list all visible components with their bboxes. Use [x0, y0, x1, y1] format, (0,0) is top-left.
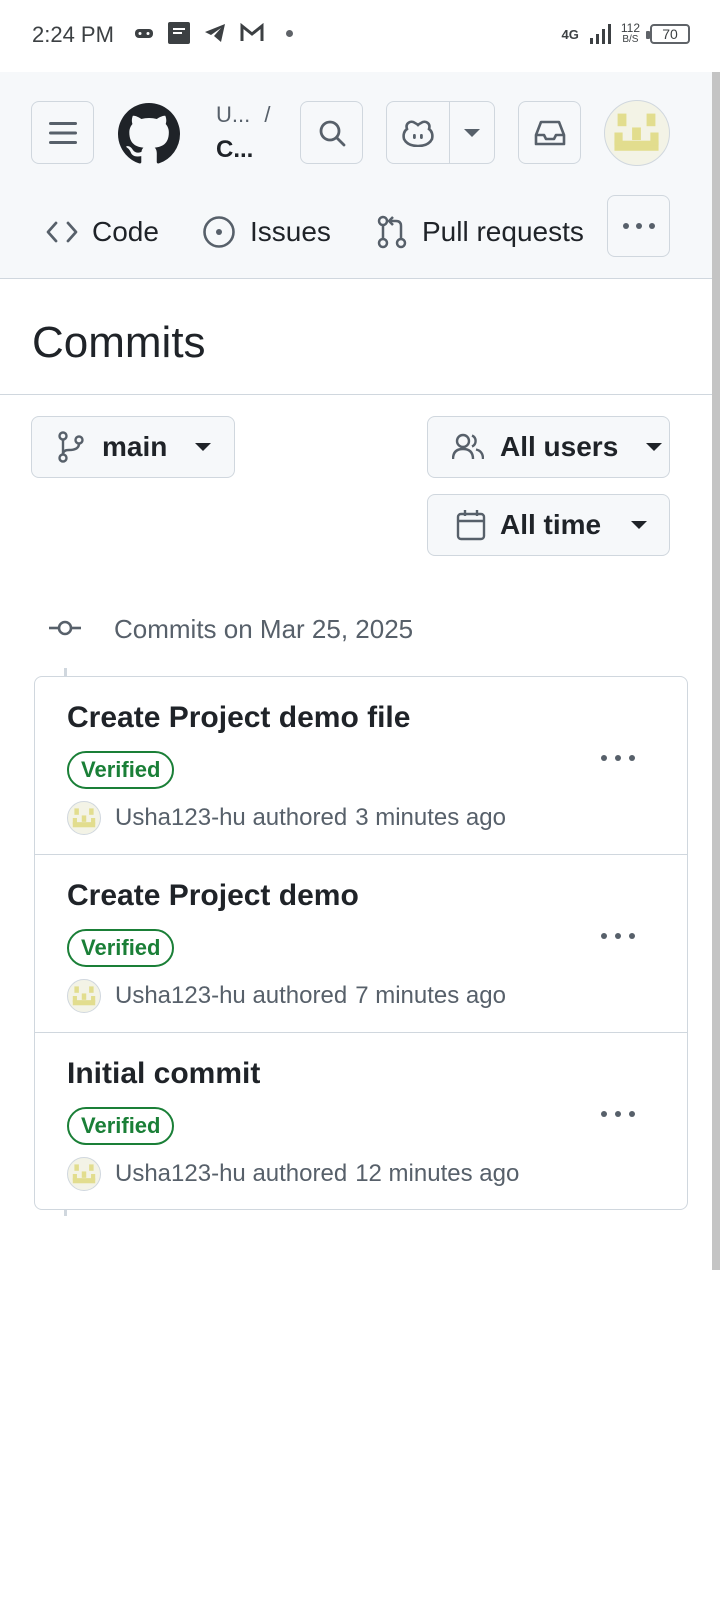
commit-time: 3 minutes ago [355, 804, 506, 831]
menu-button[interactable] [31, 101, 94, 164]
inbox-button[interactable] [518, 101, 581, 164]
author-verb: authored [252, 1160, 348, 1187]
chevron-down-icon [646, 443, 663, 451]
tab-pull-requests-label: Pull requests [422, 216, 584, 247]
owner-name[interactable]: U... [216, 102, 250, 127]
kebab-horizontal-icon [622, 223, 655, 229]
status-bar: 2:24 PM 4G 112 B/S 70 [0, 0, 720, 72]
network-speed: 112 B/S [621, 22, 640, 46]
speed-value: 112 [620, 21, 640, 35]
note-app-icon [168, 22, 190, 44]
breadcrumb-owner[interactable]: U... / [216, 102, 270, 128]
author-verb: authored [252, 804, 348, 831]
copilot-button-group [386, 101, 495, 164]
commit-actions-button[interactable] [601, 755, 635, 761]
commit-author-row: Usha123-hu authored 7 minutes ago [67, 979, 506, 1013]
commit-author[interactable]: Usha123-hu authored [115, 804, 347, 832]
commit-time: 12 minutes ago [355, 1160, 520, 1187]
verified-badge[interactable]: Verified [67, 751, 175, 789]
commit-title[interactable]: Create Project demo file [67, 701, 410, 735]
verified-badge[interactable]: Verified [67, 1107, 175, 1145]
tab-issues[interactable]: Issues [202, 210, 331, 254]
game-controller-icon [135, 29, 153, 38]
author-name[interactable]: Usha123-hu [115, 1160, 246, 1187]
github-logo[interactable] [118, 103, 180, 165]
chevron-down-icon [195, 443, 212, 451]
verified-badge[interactable]: Verified [67, 929, 175, 967]
chevron-down-icon [464, 128, 480, 137]
author-avatar[interactable] [67, 1157, 101, 1191]
code-icon [46, 221, 78, 243]
copilot-dropdown-button[interactable] [450, 102, 494, 163]
branch-label: main [102, 431, 168, 462]
scrollbar[interactable] [712, 72, 720, 1270]
search-button[interactable] [300, 101, 363, 164]
author-avatar[interactable] [67, 979, 101, 1013]
git-commit-icon [49, 620, 81, 636]
inbox-icon [534, 120, 565, 145]
commit-list: Create Project demo file Verified Usha12… [34, 676, 688, 1210]
commit-row[interactable]: Initial commit Verified Usha123-hu autho… [35, 1033, 687, 1209]
users-filter-button[interactable]: All users [427, 416, 670, 478]
signal-icon [589, 24, 611, 44]
system-icons: 4G 112 B/S 70 [562, 22, 690, 46]
copilot-button[interactable] [387, 102, 450, 163]
author-avatar[interactable] [67, 801, 101, 835]
time-filter-label: All time [500, 509, 602, 540]
status-time: 2:24 PM [32, 22, 114, 47]
title-divider [0, 394, 712, 395]
people-icon [452, 433, 484, 460]
commit-row[interactable]: Create Project demo file Verified Usha12… [35, 677, 687, 855]
menu-icon [48, 121, 77, 144]
avatar[interactable] [604, 100, 670, 166]
page-title: Commits [32, 318, 206, 367]
battery-icon: 70 [646, 24, 690, 44]
telegram-icon [205, 24, 225, 42]
commit-row[interactable]: Create Project demo Verified Usha123-hu … [35, 855, 687, 1033]
commit-time: 7 minutes ago [355, 982, 506, 1009]
time-filter-button[interactable]: All time [427, 494, 670, 556]
users-filter-label: All users [500, 431, 619, 462]
gmail-icon [240, 23, 264, 41]
breadcrumb-repo[interactable]: C... [216, 136, 253, 164]
tab-code-label: Code [92, 216, 159, 247]
tab-issues-label: Issues [250, 216, 331, 247]
author-verb: authored [252, 982, 348, 1009]
commit-author[interactable]: Usha123-hu authored [115, 982, 347, 1010]
author-name[interactable]: Usha123-hu [115, 982, 246, 1009]
tab-code[interactable]: Code [46, 210, 159, 254]
more-notifications-dot-icon [286, 29, 293, 37]
commit-actions-button[interactable] [601, 1111, 635, 1117]
author-name[interactable]: Usha123-hu [115, 804, 246, 831]
tab-pull-requests[interactable]: Pull requests [376, 210, 584, 254]
issue-icon [203, 216, 235, 248]
commit-title[interactable]: Initial commit [67, 1057, 260, 1091]
network-type: 4G [561, 26, 579, 42]
commit-author-row: Usha123-hu authored 3 minutes ago [67, 801, 506, 835]
calendar-icon [456, 510, 486, 541]
chevron-down-icon [631, 521, 648, 529]
commit-title[interactable]: Create Project demo [67, 879, 359, 913]
commit-actions-button[interactable] [601, 933, 635, 939]
speed-unit: B/S [622, 34, 639, 45]
more-tabs-button[interactable] [607, 195, 670, 257]
git-branch-icon [58, 431, 84, 463]
search-icon [319, 120, 345, 146]
pull-request-icon [377, 215, 407, 249]
commit-author[interactable]: Usha123-hu authored [115, 1160, 347, 1188]
commit-author-row: Usha123-hu authored 12 minutes ago [67, 1157, 519, 1191]
notification-icons [134, 22, 293, 44]
commit-group-heading: Commits on Mar 25, 2025 [114, 614, 414, 644]
breadcrumb-separator: / [264, 102, 271, 127]
copilot-icon [402, 120, 434, 147]
branch-select-button[interactable]: main [31, 416, 235, 478]
